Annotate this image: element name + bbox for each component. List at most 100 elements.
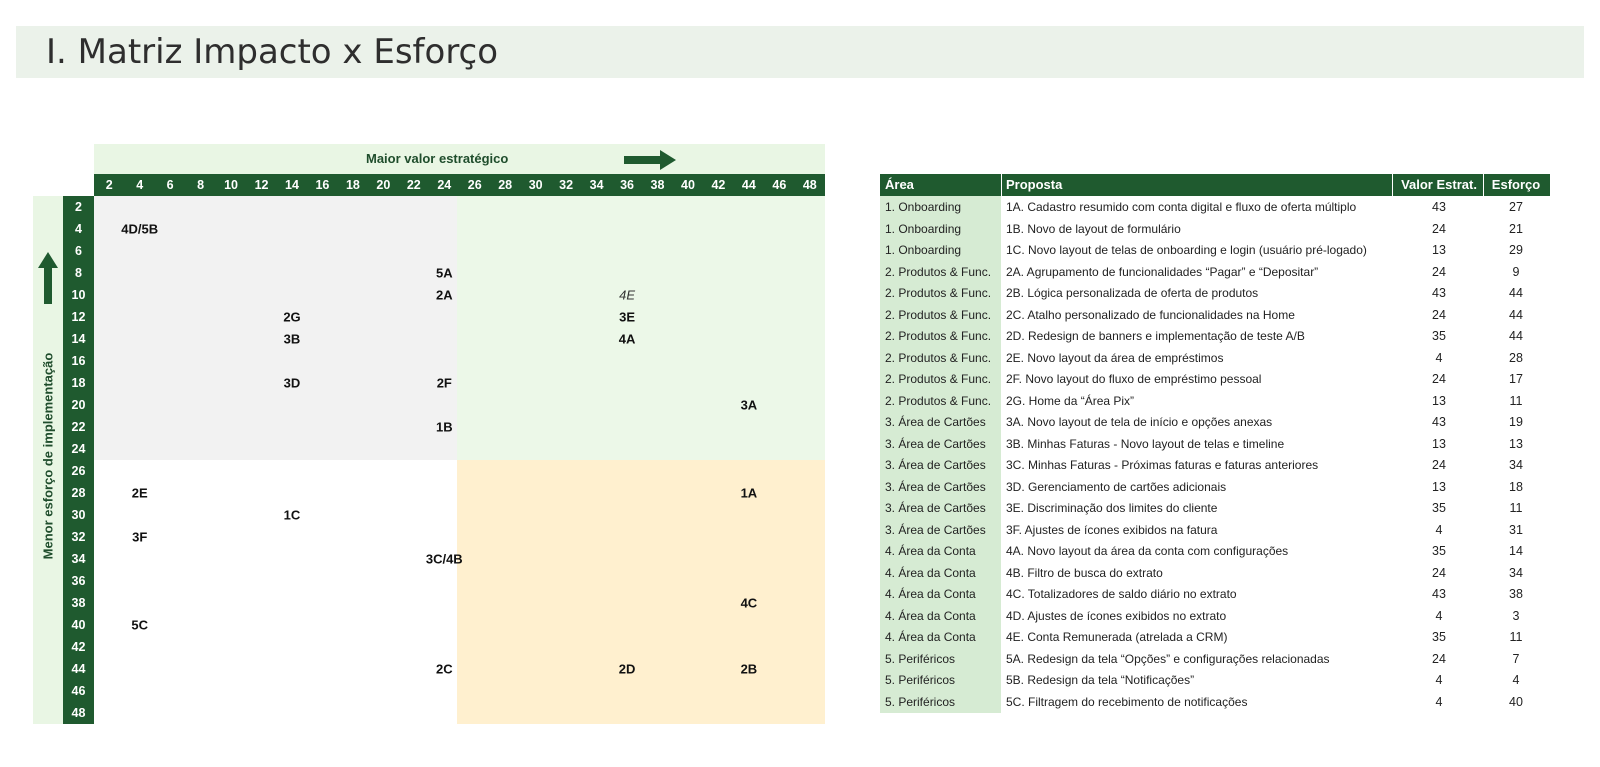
x-axis-header: 2 4 6 8 10 12 14 16 18 20 22 24 26 28 30 32 34 36 38 40 42 44… (94, 174, 825, 196)
table-cell-value: 35 (1432, 630, 1446, 644)
table-row: 2. Produtos & Func. 2F. Novo layout do fl… (880, 368, 1550, 390)
table-cell-value: 4 (1435, 522, 1443, 537)
y-axis-header: 2 4 6 8 10 12 14 16 18 20 22 24 26 28 30 32 34 36 38 40 42 44… (63, 196, 94, 724)
matrix-point-label: 3D (283, 375, 301, 391)
table-cell-proposal: 1B. Novo de layout de formulário (1006, 221, 1181, 236)
table-cell-value: 24 (1432, 372, 1446, 386)
table-cell-value: 35 (1432, 329, 1446, 343)
quadrant-bottom-right (457, 460, 825, 724)
table-row: 5. Periféricos 5A. Redesign da tela “Opçõ… (880, 647, 1550, 670)
table-row: 3. Área de Cartões 3B. Minhas Faturas - N… (880, 432, 1550, 455)
table-cell-value: 24 (1432, 458, 1446, 472)
table-row: 2. Produtos & Func. 2G. Home da “Área Pix… (880, 389, 1550, 412)
y-tick-label: 28 (71, 486, 86, 500)
x-tick-label: 46 (772, 178, 787, 192)
x-tick-label: 4 (136, 178, 144, 192)
y-tick-label: 48 (71, 706, 86, 720)
x-tick-label: 16 (315, 178, 330, 192)
table-cell-effort: 31 (1509, 522, 1523, 537)
table-cell-area: 5. Periféricos (880, 647, 1001, 670)
table-row: 3. Área de Cartões 3A. Novo layout de tel… (880, 411, 1550, 433)
table-row: 4. Área da Conta 4E. Conta Remunerada (at… (880, 626, 1550, 648)
table-cell-effort: 44 (1509, 307, 1523, 322)
table-cell-area: 1. Onboarding (880, 239, 1001, 261)
table-cell-effort: 11 (1509, 630, 1523, 644)
table-cell-area: 4. Área da Conta (880, 626, 1001, 648)
matrix-point-label: 3E (619, 309, 635, 325)
arrow-up-icon (38, 252, 58, 304)
page-title: I. Matriz Impacto x Esforço (46, 32, 499, 72)
table-cell-effort: 29 (1509, 243, 1523, 257)
table-cell-area: 4. Área da Conta (880, 540, 1001, 562)
table-cell-proposal: 2A. Agrupamento de funcionalidades “Paga… (1006, 264, 1319, 279)
table-cell-proposal: 4D. Ajustes de ícones exibidos no extrat… (1006, 608, 1227, 623)
x-tick-label: 44 (741, 178, 756, 192)
table-cell-area: 5. Periféricos (880, 690, 1001, 713)
matrix-point-label: 4D/5B (121, 221, 159, 237)
table-cell-proposal: 2E. Novo layout da área de empréstimos (1006, 350, 1224, 365)
y-tick-label: 10 (71, 288, 86, 302)
title-bar: I. Matriz Impacto x Esforço (16, 26, 1584, 78)
table-row: 3. Área de Cartões 3E. Discriminação dos … (880, 497, 1550, 519)
y-tick-label: 16 (71, 354, 86, 368)
y-axis-label: Menor esforço de implementação (40, 352, 56, 560)
table-cell-value: 35 (1432, 544, 1446, 558)
table-cell-value: 13 (1432, 479, 1446, 494)
x-axis-label: Maior valor estratégico (366, 151, 509, 166)
table-cell-area: 3. Área de Cartões (880, 454, 1001, 476)
table-cell-proposal: 2F. Novo layout do fluxo de empréstimo p… (1006, 372, 1262, 386)
table-cell-value: 43 (1432, 415, 1446, 429)
matrix-point-label: 2C (435, 661, 453, 677)
table-cell-effort: 19 (1509, 415, 1523, 429)
x-tick-label: 30 (528, 178, 543, 192)
y-tick-label: 32 (71, 530, 86, 544)
table-cell-effort: 28 (1509, 350, 1523, 365)
y-tick-label: 22 (71, 420, 86, 434)
matrix-point-label: 4A (618, 331, 636, 347)
table-cell-area: 1. Onboarding (880, 217, 1001, 240)
table-cell-area: 3. Área de Cartões (880, 432, 1001, 455)
table-cell-effort: 7 (1512, 651, 1520, 666)
table-cell-effort: 17 (1509, 372, 1523, 386)
table-cell-area: 3. Área de Cartões (880, 518, 1001, 541)
y-tick-label: 6 (75, 244, 82, 258)
table-cell-effort: 27 (1509, 200, 1523, 214)
table-row: 1. Onboarding 1C. Novo layout de telas de… (880, 239, 1550, 261)
matrix-point-label: 5A (435, 265, 453, 281)
table-cell-area: 2. Produtos & Func. (880, 368, 1001, 390)
matrix-point-label: 5C (131, 617, 148, 633)
table-row: 5. Periféricos 5B. Redesign da tela “Noti… (880, 669, 1550, 691)
x-tick-label: 22 (406, 178, 421, 192)
table-cell-value: 24 (1432, 264, 1446, 279)
table-cell-area: 2. Produtos & Func. (880, 303, 1001, 326)
table-cell-area: 2. Produtos & Func. (880, 260, 1001, 283)
table-cell-proposal: 3D. Gerenciamento de cartões adicionais (1006, 479, 1227, 494)
y-tick-label: 38 (71, 596, 86, 610)
table-cell-area: 5. Periféricos (880, 669, 1001, 691)
table-cell-value: 4 (1435, 608, 1443, 623)
table-cell-proposal: 2D. Redesign de banners e implementação … (1006, 329, 1305, 343)
quadrant-bottom-left (94, 460, 457, 724)
matrix-point-label: 3C/4B (425, 551, 463, 567)
table-cell-value: 43 (1432, 587, 1446, 601)
table-cell-proposal: 2C. Atalho personalizado de funcionalida… (1006, 307, 1295, 322)
x-tick-label: 42 (711, 178, 726, 192)
table-row: 3. Área de Cartões 3C. Minhas Faturas - P… (880, 454, 1550, 476)
table-cell-area: 1. Onboarding (880, 196, 1001, 218)
table-row: 4. Área da Conta 4A. Novo layout da área … (880, 540, 1550, 562)
table-cell-value: 24 (1432, 565, 1446, 580)
table-cell-area: 3. Área de Cartões (880, 411, 1001, 433)
table-cell-proposal: 5C. Filtragem do recebimento de notifica… (1006, 694, 1248, 709)
table-row: 2. Produtos & Func. 2C. Atalho personaliz… (880, 303, 1550, 326)
y-tick-label: 24 (71, 442, 86, 456)
matrix-point-label: 1C (283, 507, 301, 523)
table-cell-area: 2. Produtos & Func. (880, 325, 1001, 347)
x-tick-label: 6 (166, 178, 174, 192)
x-tick-label: 10 (224, 178, 238, 192)
y-tick-label: 40 (71, 618, 86, 632)
table-cell-effort: 38 (1509, 587, 1523, 601)
table-row: 2. Produtos & Func. 2D. Redesign de banne… (880, 325, 1550, 347)
y-tick-label: 20 (71, 398, 86, 412)
table-cell-value: 13 (1432, 243, 1446, 257)
table-row: 2. Produtos & Func. 2B. Lógica personaliz… (880, 282, 1550, 304)
